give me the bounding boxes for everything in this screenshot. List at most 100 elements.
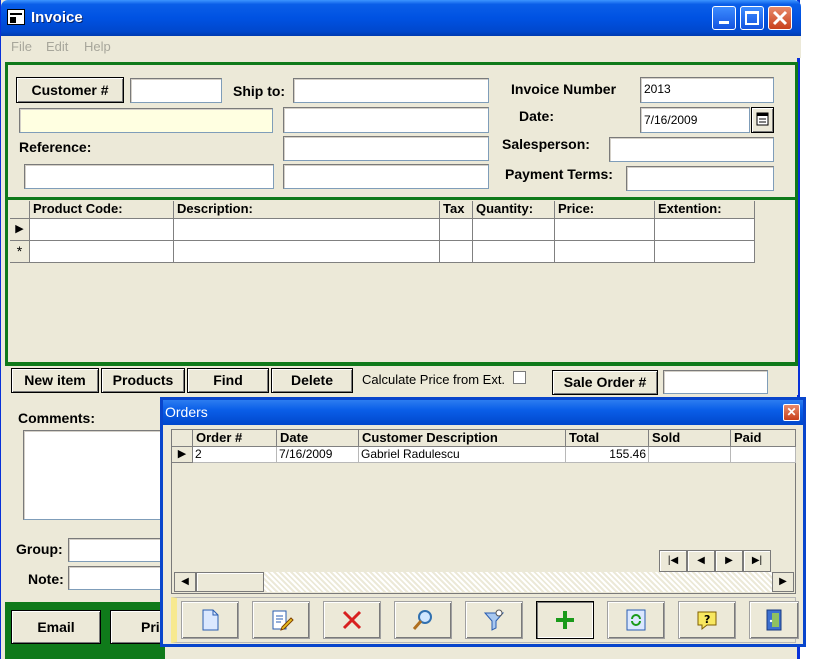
table-row-cell[interactable] bbox=[555, 241, 655, 263]
ship-to-line-4[interactable] bbox=[283, 164, 489, 189]
ship-to-line-2[interactable] bbox=[283, 107, 489, 133]
table-row-cell[interactable] bbox=[440, 219, 473, 241]
filter-order-button[interactable] bbox=[465, 601, 523, 639]
table-row-cell[interactable] bbox=[440, 241, 473, 263]
customer-number-button[interactable]: Customer # bbox=[16, 77, 124, 103]
new-item-button[interactable]: New item bbox=[11, 368, 99, 393]
col-total[interactable]: Total bbox=[566, 430, 649, 447]
ship-to-line-1[interactable] bbox=[293, 78, 489, 103]
payment-terms-label: Payment Terms: bbox=[505, 166, 613, 182]
order-number-cell[interactable]: 2 bbox=[193, 447, 277, 463]
find-button[interactable]: Find bbox=[187, 368, 269, 393]
col-customer-description[interactable]: Customer Description bbox=[359, 430, 566, 447]
col-description[interactable]: Description: bbox=[174, 201, 440, 219]
orders-title-bar[interactable]: Orders ✕ bbox=[163, 400, 803, 425]
customer-name-field bbox=[19, 108, 273, 133]
table-row-cell[interactable] bbox=[30, 241, 174, 263]
calendar-icon bbox=[756, 112, 769, 126]
col-tax[interactable]: Tax bbox=[440, 201, 473, 219]
col-price[interactable]: Price: bbox=[555, 201, 655, 219]
nav-last-button[interactable]: ▶| bbox=[743, 550, 771, 572]
edit-order-button[interactable] bbox=[252, 601, 310, 639]
sale-order-button[interactable]: Sale Order # bbox=[552, 370, 658, 395]
new-order-button[interactable] bbox=[181, 601, 239, 639]
action-bar: New item Products Find Delete Calculate … bbox=[5, 363, 798, 395]
refresh-icon bbox=[626, 609, 646, 631]
order-customer-cell[interactable]: Gabriel Radulescu bbox=[359, 447, 566, 463]
table-row-cell[interactable] bbox=[174, 219, 440, 241]
minimize-button[interactable] bbox=[712, 6, 736, 30]
products-button[interactable]: Products bbox=[101, 368, 185, 393]
calc-price-checkbox[interactable] bbox=[513, 371, 526, 384]
sale-order-field[interactable] bbox=[663, 370, 768, 394]
date-picker-button[interactable] bbox=[751, 107, 774, 133]
table-row-cell[interactable] bbox=[555, 219, 655, 241]
salesperson-field[interactable] bbox=[609, 137, 774, 162]
col-date[interactable]: Date bbox=[277, 430, 359, 447]
table-row-cell[interactable] bbox=[30, 219, 174, 241]
edit-icon bbox=[272, 610, 294, 631]
table-row-cell[interactable] bbox=[655, 219, 755, 241]
email-button[interactable]: Email bbox=[11, 610, 101, 644]
nav-next-button[interactable]: ▶ bbox=[715, 550, 743, 572]
grid-corner bbox=[10, 201, 30, 219]
col-order-number[interactable]: Order # bbox=[193, 430, 277, 447]
comments-field[interactable] bbox=[23, 430, 163, 520]
row-current-marker: ▶ bbox=[172, 447, 193, 463]
nav-first-button[interactable]: |◀ bbox=[659, 550, 687, 572]
invoice-number-field[interactable]: 2013 bbox=[640, 77, 774, 103]
nav-prev-button[interactable]: ◀ bbox=[687, 550, 715, 572]
col-extention[interactable]: Extention: bbox=[655, 201, 755, 219]
salesperson-label: Salesperson: bbox=[502, 136, 590, 152]
group-field[interactable] bbox=[68, 538, 163, 562]
menu-edit[interactable]: Edit bbox=[46, 39, 68, 54]
refresh-order-button[interactable] bbox=[607, 601, 665, 639]
table-row-cell[interactable] bbox=[174, 241, 440, 263]
col-paid[interactable]: Paid bbox=[731, 430, 796, 447]
delete-order-button[interactable] bbox=[323, 601, 381, 639]
ship-to-line-3[interactable] bbox=[283, 136, 489, 161]
date-field[interactable]: 7/16/2009 bbox=[640, 107, 750, 133]
col-product-code[interactable]: Product Code: bbox=[30, 201, 174, 219]
svg-text:?: ? bbox=[704, 613, 710, 626]
exit-order-button[interactable] bbox=[749, 601, 799, 639]
search-icon bbox=[412, 610, 432, 630]
order-sold-cell[interactable] bbox=[649, 447, 731, 463]
reference-field[interactable] bbox=[24, 164, 274, 189]
scroll-left-arrow[interactable]: ◀ bbox=[174, 572, 196, 592]
title-bar[interactable]: Invoice bbox=[1, 0, 801, 36]
order-date-cell[interactable]: 7/16/2009 bbox=[277, 447, 359, 463]
window-title: Invoice bbox=[31, 9, 83, 26]
orders-close-button[interactable]: ✕ bbox=[783, 404, 800, 421]
invoice-number-label: Invoice Number bbox=[511, 81, 617, 97]
note-field[interactable] bbox=[68, 566, 163, 590]
search-order-button[interactable] bbox=[394, 601, 452, 639]
table-row-cell[interactable] bbox=[655, 241, 755, 263]
help-order-button[interactable]: ? bbox=[678, 601, 736, 639]
orders-toolbar: ? bbox=[171, 597, 799, 643]
delete-button[interactable]: Delete bbox=[271, 368, 353, 393]
scroll-right-arrow[interactable]: ▶ bbox=[772, 572, 794, 592]
close-button[interactable] bbox=[768, 6, 792, 30]
order-total-cell[interactable]: 155.46 bbox=[566, 447, 649, 463]
table-row-cell[interactable] bbox=[473, 219, 555, 241]
orders-window: Orders ✕ Order # Date Customer Descripti… bbox=[160, 397, 806, 647]
date-label: Date: bbox=[519, 108, 555, 124]
reference-label: Reference: bbox=[19, 139, 92, 155]
customer-number-field[interactable] bbox=[130, 78, 222, 103]
col-sold[interactable]: Sold bbox=[649, 430, 731, 447]
delete-icon bbox=[342, 610, 362, 630]
scroll-thumb[interactable] bbox=[196, 572, 264, 592]
table-row-cell[interactable] bbox=[473, 241, 555, 263]
orders-grid[interactable]: Order # Date Customer Description Total … bbox=[171, 429, 796, 594]
col-quantity[interactable]: Quantity: bbox=[473, 201, 555, 219]
menu-file[interactable]: File bbox=[11, 39, 32, 54]
payment-terms-field[interactable] bbox=[626, 166, 774, 191]
horizontal-scrollbar[interactable]: ◀ ▶ bbox=[174, 572, 794, 592]
items-grid[interactable]: Product Code: Description: Tax Quantity:… bbox=[10, 201, 756, 263]
add-order-button[interactable] bbox=[536, 601, 594, 639]
maximize-button[interactable] bbox=[740, 6, 764, 30]
order-paid-cell[interactable] bbox=[731, 447, 796, 463]
menu-help[interactable]: Help bbox=[84, 39, 111, 54]
new-document-icon bbox=[202, 609, 219, 631]
